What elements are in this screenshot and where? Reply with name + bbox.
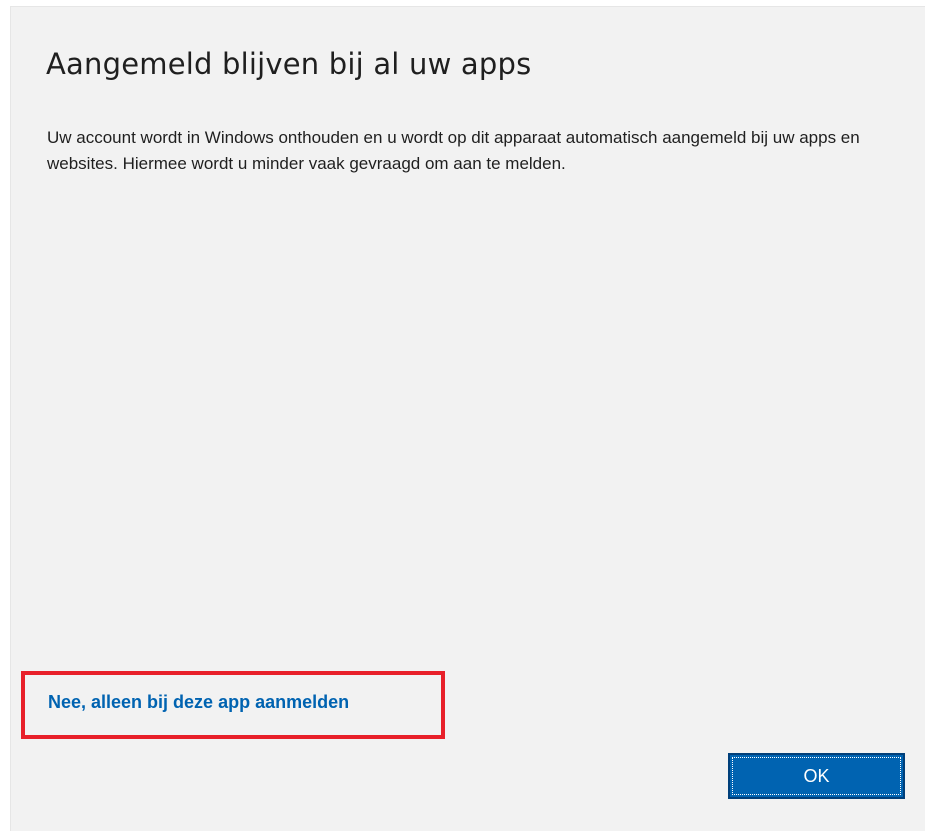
- ok-button[interactable]: OK: [728, 753, 905, 799]
- dialog-title: Aangemeld blijven bij al uw apps: [46, 47, 532, 81]
- ok-button-label: OK: [732, 757, 901, 795]
- only-this-app-signin-link[interactable]: Nee, alleen bij deze app aanmelden: [48, 692, 349, 713]
- dialog-description: Uw account wordt in Windows onthouden en…: [47, 128, 860, 173]
- sign-in-dialog: Aangemeld blijven bij al uw apps Uw acco…: [10, 6, 925, 831]
